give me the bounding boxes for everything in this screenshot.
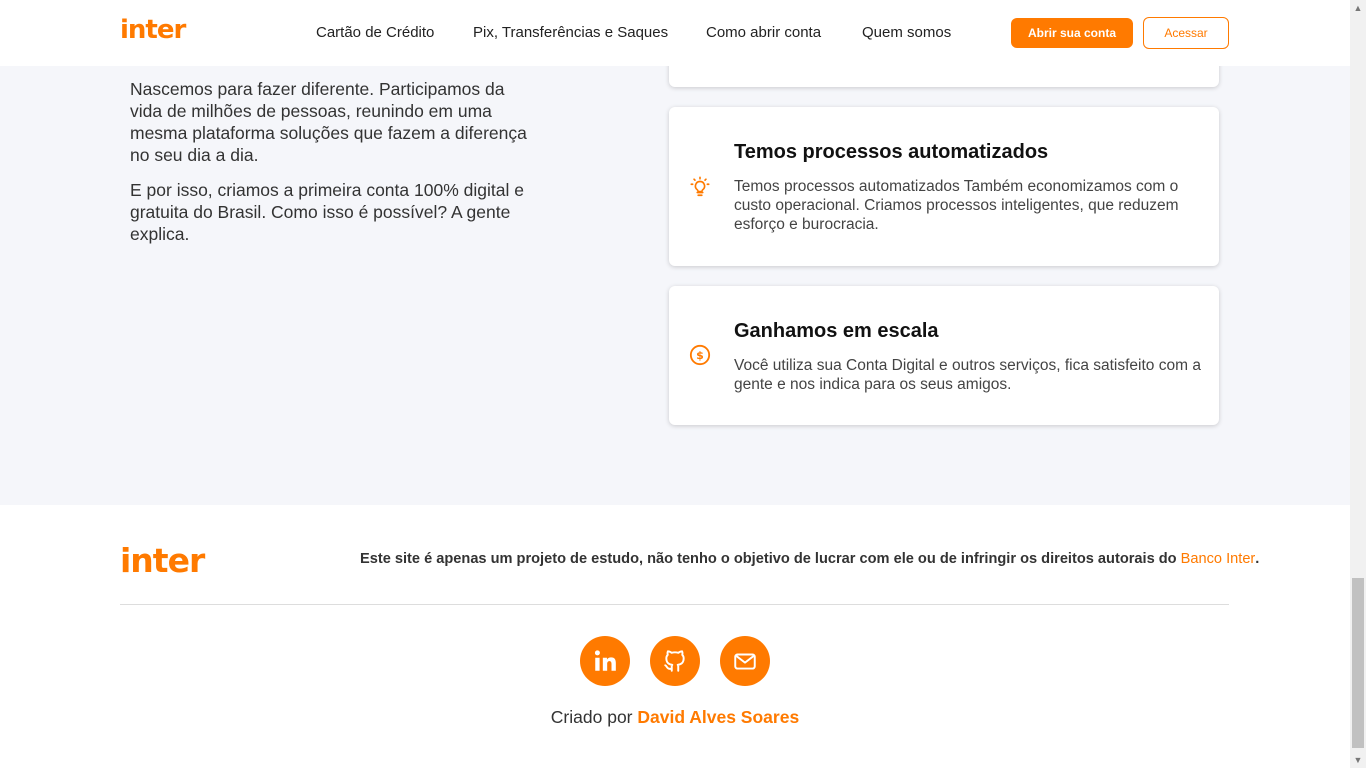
linkedin-icon — [594, 650, 616, 671]
site-header: inter Cartão de Crédito Pix, Transferênc… — [0, 0, 1350, 66]
about-section: Nascemos para fazer diferente. Participa… — [130, 78, 540, 258]
scroll-up-icon[interactable]: ▲ — [1353, 3, 1363, 13]
card-text: Temos processos automatizados Também eco… — [734, 178, 1179, 233]
footer-inter-logo[interactable]: inter — [120, 541, 205, 580]
scroll-thumb[interactable] — [1352, 578, 1364, 748]
dollar-coin-icon: $ — [689, 344, 711, 366]
vertical-scrollbar[interactable]: ▲ ▼ — [1350, 0, 1366, 768]
github-icon — [664, 650, 685, 672]
disclaimer-text: Este site é apenas um projeto de estudo,… — [360, 551, 1259, 567]
about-paragraph: E por isso, criamos a primeira conta 100… — [130, 180, 524, 244]
about-paragraph: Nascemos para fazer diferente. Participa… — [130, 79, 527, 165]
email-link[interactable] — [720, 636, 770, 686]
scroll-down-icon[interactable]: ▼ — [1353, 755, 1363, 765]
linkedin-link[interactable] — [580, 636, 630, 686]
credit-line: Criado por David Alves Soares — [0, 707, 1350, 728]
open-account-button[interactable]: Abrir sua conta — [1011, 18, 1133, 48]
inter-logo[interactable]: inter — [120, 15, 186, 45]
svg-text:$: $ — [696, 349, 704, 362]
github-link[interactable] — [650, 636, 700, 686]
site-footer: inter Este site é apenas um projeto de e… — [0, 505, 1350, 768]
nav-pix-transferencias-saques[interactable]: Pix, Transferências e Saques — [473, 24, 668, 41]
mail-icon — [734, 653, 756, 670]
banco-inter-link[interactable]: Banco Inter — [1181, 551, 1256, 567]
login-button[interactable]: Acessar — [1143, 17, 1229, 49]
nav-quem-somos[interactable]: Quem somos — [862, 24, 951, 41]
card-title: Temos processos automatizados — [734, 141, 1049, 163]
author-link[interactable]: David Alves Soares — [637, 707, 799, 727]
card-title: Ganhamos em escala — [734, 320, 939, 342]
disclaimer-end: . — [1255, 551, 1260, 567]
card-text: Você utiliza sua Conta Digital e outros … — [734, 357, 1201, 393]
nav-cartao-de-credito[interactable]: Cartão de Crédito — [316, 24, 434, 41]
lightbulb-icon — [690, 176, 710, 197]
disclaimer-body: Este site é apenas um projeto de estudo,… — [360, 551, 1181, 567]
credit-prefix: Criado por — [550, 707, 638, 727]
footer-divider — [120, 604, 1229, 605]
card-automated-processes: Temos processos automatizados Temos proc… — [669, 107, 1219, 266]
nav-como-abrir-conta[interactable]: Como abrir conta — [706, 24, 821, 41]
card-economy-of-scale: $ Ganhamos em escala Você utiliza sua Co… — [669, 286, 1219, 425]
